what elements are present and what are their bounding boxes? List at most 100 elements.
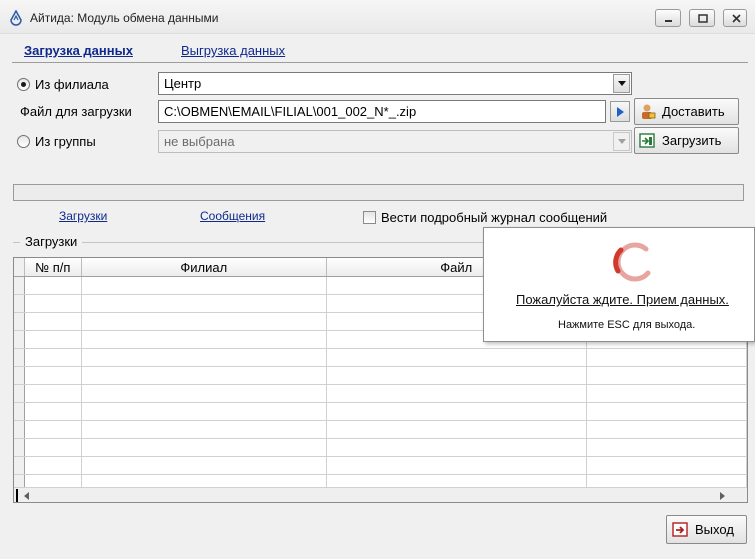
maximize-icon xyxy=(698,14,708,23)
exit-button[interactable]: Выход xyxy=(666,515,747,544)
column-header-number[interactable]: № п/п xyxy=(24,258,82,277)
tab-export-data[interactable]: Выгрузка данных xyxy=(181,43,285,58)
table-cell[interactable] xyxy=(326,366,587,385)
verbose-log-label: Вести подробный журнал сообщений xyxy=(381,210,608,225)
row-indicator xyxy=(14,456,25,475)
tabs-divider xyxy=(12,62,748,63)
table-cell[interactable] xyxy=(81,456,327,475)
maximize-button[interactable] xyxy=(689,9,715,27)
table-cell[interactable] xyxy=(81,348,327,367)
file-label: Файл для загрузки xyxy=(20,104,132,119)
table-cell[interactable] xyxy=(24,402,82,421)
minimize-icon xyxy=(665,20,672,22)
table-row[interactable] xyxy=(14,348,747,367)
row-indicator xyxy=(14,420,25,439)
delivery-person-icon xyxy=(642,104,656,119)
row-indicator xyxy=(14,294,25,313)
table-row[interactable] xyxy=(14,402,747,421)
group-radio[interactable] xyxy=(17,135,30,148)
row-indicator xyxy=(14,330,25,349)
table-row[interactable] xyxy=(14,456,747,475)
wait-popup: Пожалуйста ждите. Прием данных. Нажмите … xyxy=(483,227,755,342)
app-drop-icon xyxy=(10,10,22,26)
table-row[interactable] xyxy=(14,420,747,439)
group-select[interactable]: не выбрана xyxy=(158,130,632,153)
minimize-button[interactable] xyxy=(655,9,681,27)
table-cell[interactable] xyxy=(24,348,82,367)
table-cell[interactable] xyxy=(24,312,82,331)
table-cell[interactable] xyxy=(24,366,82,385)
row-indicator xyxy=(14,276,25,295)
group-dropdown-button[interactable] xyxy=(613,132,630,151)
row-indicator xyxy=(14,438,25,457)
group-divider xyxy=(13,242,483,243)
load-arrow-icon xyxy=(639,132,655,148)
loading-spinner-icon xyxy=(613,242,651,282)
scroll-right-icon[interactable] xyxy=(720,492,726,500)
table-row[interactable] xyxy=(14,438,747,457)
branch-radio[interactable] xyxy=(17,78,30,91)
table-cell[interactable] xyxy=(586,366,747,385)
table-cell[interactable] xyxy=(81,312,327,331)
table-cell[interactable] xyxy=(24,294,82,313)
scroll-left-icon[interactable] xyxy=(24,492,30,500)
row-indicator xyxy=(14,384,25,403)
tab-upload-data[interactable]: Загрузка данных xyxy=(24,43,133,58)
table-cell[interactable] xyxy=(81,294,327,313)
deliver-button[interactable]: Доставить xyxy=(634,98,739,125)
table-cell[interactable] xyxy=(81,330,327,349)
table-cell[interactable] xyxy=(586,348,747,367)
table-cell[interactable] xyxy=(81,384,327,403)
browse-file-button[interactable] xyxy=(610,101,630,122)
table-cell[interactable] xyxy=(24,456,82,475)
file-path-input[interactable]: C:\OBMEN\EMAIL\FILIAL\001_002_N*_.zip xyxy=(158,100,606,123)
group-select-value: не выбрана xyxy=(164,134,235,149)
row-indicator xyxy=(14,348,25,367)
table-cell[interactable] xyxy=(326,402,587,421)
table-cell[interactable] xyxy=(24,420,82,439)
table-cell[interactable] xyxy=(81,402,327,421)
table-cell[interactable] xyxy=(586,384,747,403)
column-header-branch[interactable]: Филиал xyxy=(81,258,327,277)
table-cell[interactable] xyxy=(24,384,82,403)
popup-message: Пожалуйста ждите. Прием данных. xyxy=(516,292,729,307)
table-cell[interactable] xyxy=(326,420,587,439)
table-cell[interactable] xyxy=(81,276,327,295)
verbose-log-checkbox[interactable] xyxy=(363,211,376,224)
table-cell[interactable] xyxy=(326,384,587,403)
table-cell[interactable] xyxy=(326,456,587,475)
table-row[interactable] xyxy=(14,366,747,385)
table-cell[interactable] xyxy=(586,438,747,457)
window-title: Айтида: Модуль обмена данными xyxy=(30,11,219,25)
table-cell[interactable] xyxy=(81,438,327,457)
row-indicator xyxy=(14,402,25,421)
progress-bar xyxy=(13,184,744,201)
table-cell[interactable] xyxy=(326,348,587,367)
loads-link[interactable]: Загрузки xyxy=(59,209,107,223)
table-cell[interactable] xyxy=(81,420,327,439)
table-cell[interactable] xyxy=(586,420,747,439)
table-cell[interactable] xyxy=(24,330,82,349)
branch-select[interactable]: Центр xyxy=(158,72,632,95)
table-cell[interactable] xyxy=(24,438,82,457)
table-cell[interactable] xyxy=(586,456,747,475)
messages-link[interactable]: Сообщения xyxy=(200,209,265,223)
file-path-value: C:\OBMEN\EMAIL\FILIAL\001_002_N*_.zip xyxy=(164,104,417,119)
group-radio-label: Из группы xyxy=(35,134,96,149)
table-row[interactable] xyxy=(14,384,747,403)
deliver-button-label: Доставить xyxy=(662,104,725,119)
table-cell[interactable] xyxy=(24,276,82,295)
table-cell[interactable] xyxy=(81,366,327,385)
chevron-down-icon xyxy=(618,81,626,86)
chevron-down-icon xyxy=(618,139,626,144)
close-button[interactable] xyxy=(723,9,747,27)
exit-button-label: Выход xyxy=(695,522,734,537)
load-button-label: Загрузить xyxy=(662,133,722,148)
table-cell[interactable] xyxy=(326,438,587,457)
horizontal-scrollbar[interactable] xyxy=(14,487,747,502)
branch-radio-label: Из филиала xyxy=(35,77,109,92)
table-cell[interactable] xyxy=(586,402,747,421)
exit-door-icon xyxy=(672,521,688,537)
load-button[interactable]: Загрузить xyxy=(634,127,739,154)
branch-dropdown-button[interactable] xyxy=(613,74,630,93)
